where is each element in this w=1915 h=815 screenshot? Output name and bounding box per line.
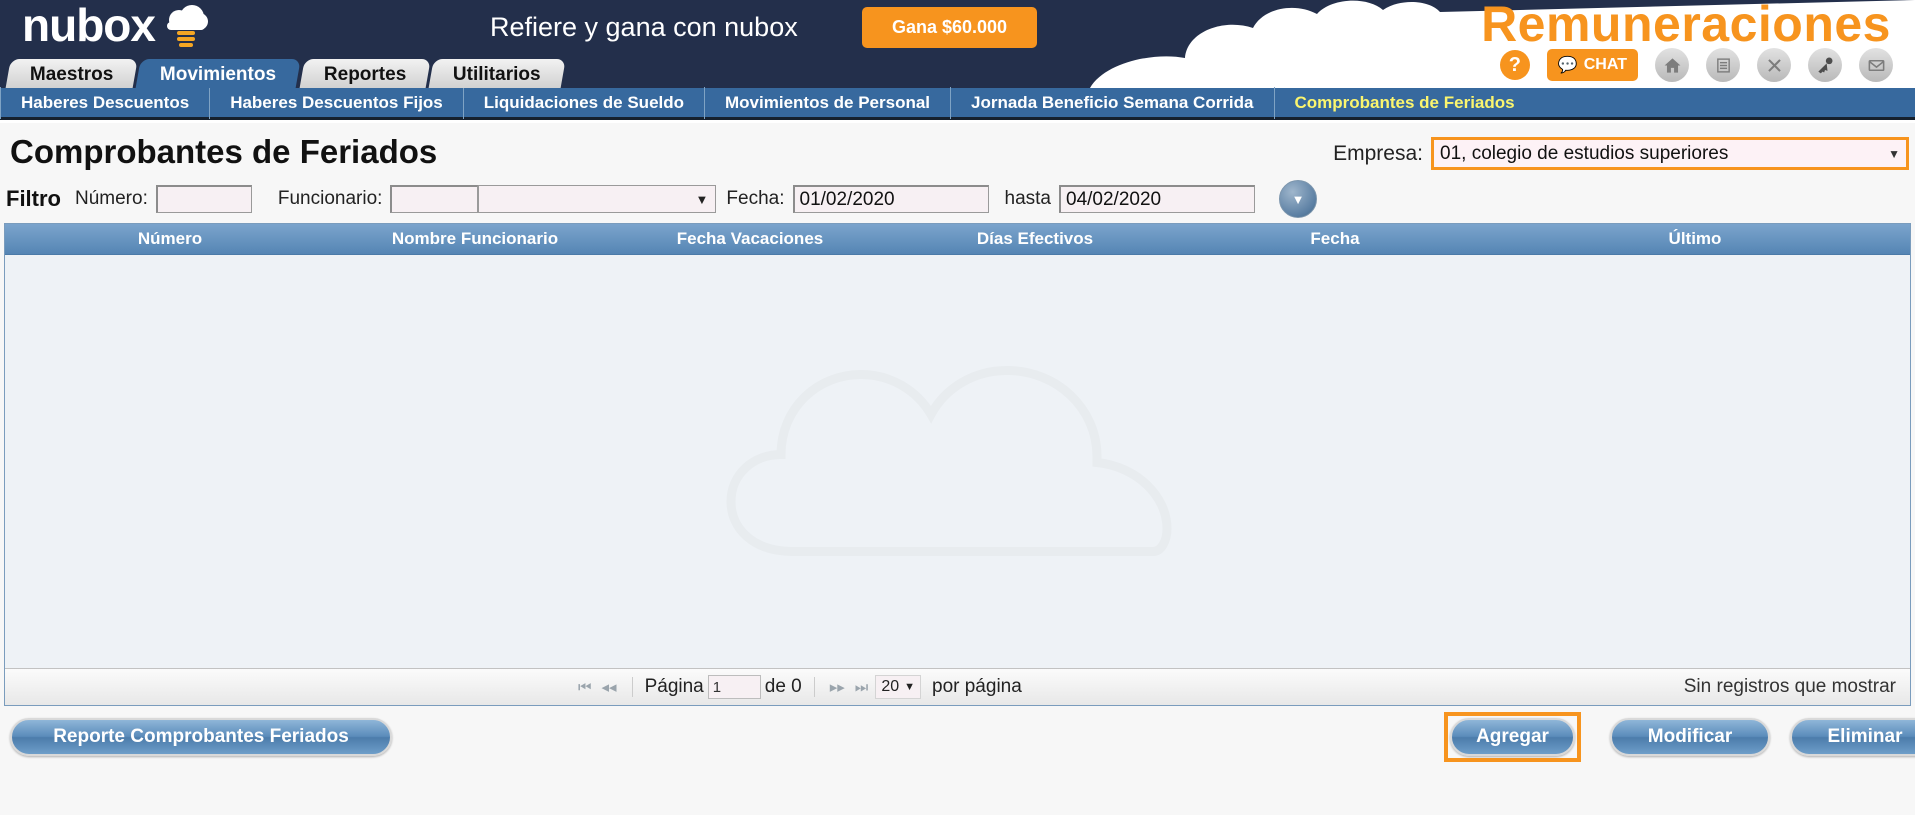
last-page-icon[interactable]: ⏭ <box>852 679 872 696</box>
modificar-button[interactable]: Modificar <box>1610 718 1770 756</box>
column-header-fecha[interactable]: Fecha <box>1185 229 1485 249</box>
chevron-down-icon: ▼ <box>1291 191 1305 207</box>
next-page-icon[interactable]: ▸▸ <box>827 678 848 696</box>
funcionario-code-input[interactable] <box>390 185 479 213</box>
filter-dropdown-icon[interactable]: ▼ <box>1279 180 1317 218</box>
cloud-watermark <box>725 365 1172 556</box>
action-button-bar: Reporte Comprobantes Feriados Agregar Mo… <box>0 712 1915 775</box>
results-grid: Número Nombre Funcionario Fecha Vacacion… <box>4 223 1911 706</box>
fecha-desde-input[interactable] <box>792 185 989 213</box>
page-title: Comprobantes de Feriados <box>10 133 438 170</box>
main-tabs: Maestros Movimientos Reportes Utilitario… <box>0 59 1915 88</box>
column-header-nombre-funcionario[interactable]: Nombre Funcionario <box>335 229 615 249</box>
column-header-dias-efectivos[interactable]: Días Efectivos <box>885 229 1185 249</box>
page-number-input[interactable] <box>707 675 761 699</box>
grid-header-row: Número Nombre Funcionario Fecha Vacacion… <box>5 224 1910 255</box>
subnav-item-liquidaciones-de-sueldo[interactable]: Liquidaciones de Sueldo <box>462 86 704 119</box>
filter-bar: Filtro Número: Funcionario: ▼ Fecha: has… <box>0 179 1915 219</box>
page-label: Página <box>644 676 704 697</box>
tab-label: Reportes <box>323 63 406 85</box>
page-content: Comprobantes de Feriados Empresa: 01, co… <box>0 123 1915 815</box>
column-header-fecha-vacaciones[interactable]: Fecha Vacaciones <box>615 229 885 249</box>
tab-maestros[interactable]: Maestros <box>5 59 139 88</box>
eliminar-button[interactable]: Eliminar <box>1790 718 1915 756</box>
subnav-item-movimientos-de-personal[interactable]: Movimientos de Personal <box>704 86 950 119</box>
empresa-selected-value: 01, colegio de estudios superiores <box>1440 142 1729 164</box>
empresa-selector-row: Empresa: 01, colegio de estudios superio… <box>1333 137 1909 170</box>
chevron-down-icon: ▼ <box>1888 146 1900 161</box>
subnav-item-jornada-beneficio-semana-corrida[interactable]: Jornada Beneficio Semana Corrida <box>950 86 1273 119</box>
reporte-comprobantes-feriados-button[interactable]: Reporte Comprobantes Feriados <box>10 718 392 756</box>
empresa-select[interactable]: 01, colegio de estudios superiores ▼ <box>1431 137 1909 170</box>
cloud-bars-icon <box>165 5 208 47</box>
numero-label: Número: <box>75 188 148 209</box>
logo-text: nubox <box>22 0 156 51</box>
filter-title: Filtro <box>6 186 61 211</box>
empresa-label: Empresa: <box>1333 141 1423 165</box>
prev-page-icon[interactable]: ◂◂ <box>599 678 620 696</box>
chevron-down-icon: ▼ <box>904 681 915 693</box>
column-header-ultimo[interactable]: Último <box>1485 229 1905 249</box>
tab-movimientos[interactable]: Movimientos <box>135 59 302 88</box>
grid-footer: ⏮ ◂◂ Página de 0 ▸▸ ⏭ 20 ▼ por página Si… <box>5 668 1910 705</box>
page-size-select[interactable]: 20 ▼ <box>875 675 921 699</box>
tab-label: Utilitarios <box>452 63 541 85</box>
tab-reportes[interactable]: Reportes <box>298 59 431 88</box>
tab-label: Movimientos <box>160 63 277 85</box>
fecha-hasta-input[interactable] <box>1059 185 1255 213</box>
subnav-item-comprobantes-de-feriados[interactable]: Comprobantes de Feriados <box>1273 86 1535 119</box>
promo-button[interactable]: Gana $60.000 <box>862 7 1037 48</box>
per-page-label: por página <box>932 676 1022 697</box>
refer-promo-text: Refiere y gana con nubox <box>490 12 798 42</box>
agregar-button[interactable]: Agregar <box>1450 718 1575 756</box>
page-size-value: 20 <box>881 678 900 695</box>
first-page-icon[interactable]: ⏮ <box>575 679 595 696</box>
column-header-numero[interactable]: Número <box>5 229 335 249</box>
chevron-down-icon: ▼ <box>695 191 709 207</box>
tab-label: Maestros <box>30 63 114 85</box>
tab-utilitarios[interactable]: Utilitarios <box>428 59 566 88</box>
subnav-item-haberes-descuentos[interactable]: Haberes Descuentos <box>0 86 209 119</box>
fecha-label: Fecha: <box>726 188 785 209</box>
numero-input[interactable] <box>155 185 252 213</box>
funcionario-label: Funcionario: <box>277 188 383 209</box>
hasta-label: hasta <box>1004 188 1051 209</box>
subnav-item-haberes-descuentos-fijos[interactable]: Haberes Descuentos Fijos <box>209 86 463 119</box>
sub-navigation: Haberes Descuentos Haberes Descuentos Fi… <box>0 86 1915 120</box>
no-records-status: Sin registros que mostrar <box>1683 676 1896 697</box>
nubox-logo[interactable]: nubox <box>22 0 208 51</box>
pagination-controls: ⏮ ◂◂ Página de 0 ▸▸ ⏭ 20 ▼ por página <box>575 675 1022 699</box>
funcionario-select[interactable]: ▼ <box>478 185 717 213</box>
top-header: nubox Refiere y gana con nubox Gana $60.… <box>0 0 1915 88</box>
grid-body <box>5 255 1910 669</box>
app-title: Remuneraciones <box>1481 0 1891 52</box>
page-total-label: de 0 <box>764 676 802 697</box>
